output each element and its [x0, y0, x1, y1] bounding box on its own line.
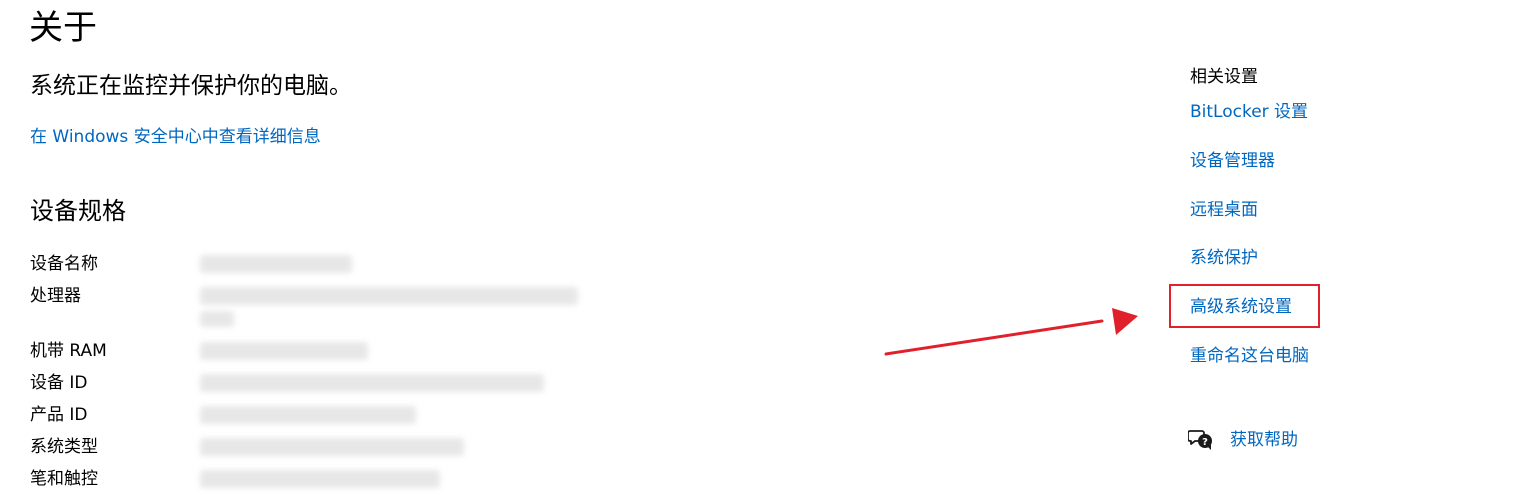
spec-value-device-name-redacted [200, 255, 352, 273]
spec-value-pen-touch-redacted [200, 470, 440, 488]
windows-security-link[interactable]: 在 Windows 安全中心中查看详细信息 [30, 125, 321, 149]
device-specs-title: 设备规格 [30, 197, 126, 225]
spec-label-product-id: 产品 ID [30, 405, 88, 425]
chat-help-icon[interactable]: ? [1188, 428, 1214, 452]
spec-label-ram: 机带 RAM [30, 341, 107, 361]
spec-label-device-name: 设备名称 [30, 254, 98, 274]
svg-text:?: ? [1202, 437, 1208, 448]
device-manager-link[interactable]: 设备管理器 [1190, 149, 1275, 173]
spec-label-system-type: 系统类型 [30, 437, 98, 457]
spec-value-ram-redacted [200, 342, 368, 360]
spec-value-device-id-redacted [200, 374, 544, 392]
spec-value-product-id-redacted [200, 406, 416, 424]
advanced-system-settings-link[interactable]: 高级系统设置 [1190, 295, 1292, 319]
page-title: 关于 [29, 8, 97, 48]
system-protection-link[interactable]: 系统保护 [1190, 246, 1258, 270]
annotation-arrow [884, 308, 1138, 356]
protection-status-text: 系统正在监控并保护你的电脑。 [30, 73, 352, 99]
get-help-link[interactable]: 获取帮助 [1230, 428, 1298, 452]
spec-value-processor-redacted-line2 [200, 311, 234, 327]
rename-pc-link[interactable]: 重命名这台电脑 [1190, 344, 1309, 368]
bitlocker-settings-link[interactable]: BitLocker 设置 [1190, 100, 1308, 124]
related-settings-title: 相关设置 [1190, 67, 1258, 87]
spec-label-pen-touch: 笔和触控 [30, 469, 98, 489]
spec-value-processor-redacted [200, 287, 578, 305]
spec-label-device-id: 设备 ID [30, 373, 88, 393]
spec-value-system-type-redacted [200, 438, 464, 456]
spec-label-processor: 处理器 [30, 286, 81, 306]
remote-desktop-link[interactable]: 远程桌面 [1190, 198, 1258, 222]
